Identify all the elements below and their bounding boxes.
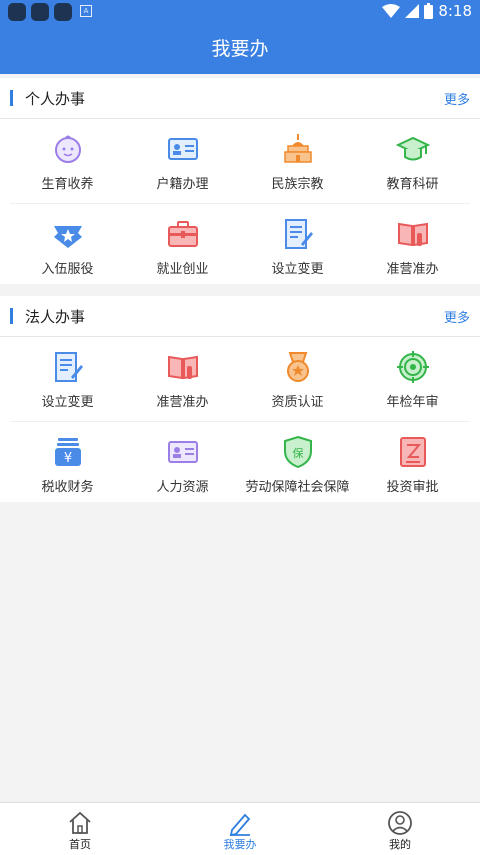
service-item[interactable]: 设立变更 (240, 204, 355, 288)
home-icon (69, 811, 91, 834)
document-edit-icon (284, 219, 313, 249)
service-item[interactable]: 准营准办 (125, 337, 240, 421)
document-edit-icon (54, 352, 83, 382)
yuan-stack-icon: ¥ (54, 438, 81, 466)
graduation-cap-icon (395, 136, 430, 161)
military-badge-icon (53, 226, 82, 248)
personal-section: 个人办事 更多 生育收养 户籍办理 民族宗教 教育科研 入伍服役 就业创业 设立… (0, 78, 480, 284)
temple-icon (283, 134, 312, 163)
app-notification-icon (8, 3, 26, 21)
tab-label: 我的 (389, 838, 411, 851)
book-hand-icon (167, 355, 198, 380)
service-label: 生育收养 (41, 177, 94, 192)
app-bar: 我要办 (0, 24, 480, 74)
tab-label: 首页 (69, 838, 91, 851)
battery-icon (424, 3, 434, 19)
service-item[interactable]: 人力资源 (125, 422, 240, 506)
id-card-icon (167, 138, 198, 160)
legal-section: 法人办事 更多 设立变更 准营准办 资质认证 年检年审 ¥ 税收财务 人力资源 … (0, 296, 480, 502)
app-notification-icon (54, 3, 72, 21)
tab-label: 我要办 (223, 838, 257, 851)
section-header: 法人办事 更多 (0, 296, 480, 337)
service-label: 资质认证 (271, 395, 324, 410)
status-bar: A 8:18 (0, 0, 480, 24)
person-card-icon (167, 441, 198, 463)
target-icon (396, 351, 429, 383)
service-label: 年检年审 (386, 395, 439, 410)
notification-icons: A (8, 3, 92, 21)
service-label: 教育科研 (386, 177, 439, 192)
page-title: 我要办 (211, 38, 269, 60)
service-item[interactable]: 入伍服役 (10, 204, 125, 288)
service-label: 入伍服役 (41, 262, 94, 277)
pencil-icon (229, 813, 251, 836)
service-item[interactable]: ¥ 税收财务 (10, 422, 125, 506)
user-icon (388, 811, 412, 835)
more-link[interactable]: 更多 (444, 307, 470, 326)
section-header: 个人办事 更多 (0, 78, 480, 119)
tab-mine[interactable]: 我的 (320, 803, 480, 855)
service-item[interactable]: 准营准办 (355, 204, 470, 288)
service-label: 设立变更 (41, 395, 94, 410)
tab-home[interactable]: 首页 (0, 803, 160, 855)
service-item[interactable]: 民族宗教 (240, 119, 355, 203)
service-item[interactable]: 教育科研 (355, 119, 470, 203)
tab-todo[interactable]: 我要办 (160, 803, 320, 855)
service-item[interactable]: 就业创业 (125, 204, 240, 288)
service-label: 就业创业 (156, 262, 209, 277)
approval-doc-icon (399, 437, 426, 467)
briefcase-icon (167, 221, 198, 247)
book-hand-icon (397, 222, 428, 247)
service-label: 准营准办 (386, 262, 439, 277)
service-label: 设立变更 (271, 262, 324, 277)
app-notification-icon (31, 3, 49, 21)
service-item[interactable]: 户籍办理 (125, 119, 240, 203)
status-time: 8:18 (438, 2, 472, 20)
service-label: 准营准办 (156, 395, 209, 410)
service-item[interactable]: 投资审批 (355, 422, 470, 506)
wifi-icon (382, 4, 401, 18)
service-label: 户籍办理 (156, 177, 209, 192)
service-item[interactable]: 保 劳动保障社会保障 (240, 422, 355, 506)
section-title: 个人办事 (25, 90, 86, 108)
section-accent-bar (10, 90, 13, 106)
bottom-tab-bar: 首页 我要办 我的 (0, 802, 480, 855)
service-item[interactable]: 资质认证 (240, 337, 355, 421)
service-item[interactable]: 设立变更 (10, 337, 125, 421)
service-item[interactable]: 生育收养 (10, 119, 125, 203)
service-item[interactable]: 年检年审 (355, 337, 470, 421)
svg-text:保: 保 (292, 446, 303, 460)
svg-text:¥: ¥ (63, 451, 71, 466)
shield-bao-icon: 保 (283, 435, 312, 469)
section-title: 法人办事 (25, 308, 86, 326)
service-label: 劳动保障社会保障 (245, 480, 350, 495)
medal-icon (286, 352, 309, 382)
service-label: 税收财务 (41, 480, 94, 495)
section-accent-bar (10, 308, 13, 324)
service-label: 人力资源 (156, 480, 209, 495)
service-label: 投资审批 (386, 480, 439, 495)
signal-icon (405, 4, 420, 18)
baby-icon (54, 135, 81, 163)
more-link[interactable]: 更多 (444, 89, 470, 108)
a-notification-icon: A (80, 5, 92, 17)
service-label: 民族宗教 (271, 177, 324, 192)
